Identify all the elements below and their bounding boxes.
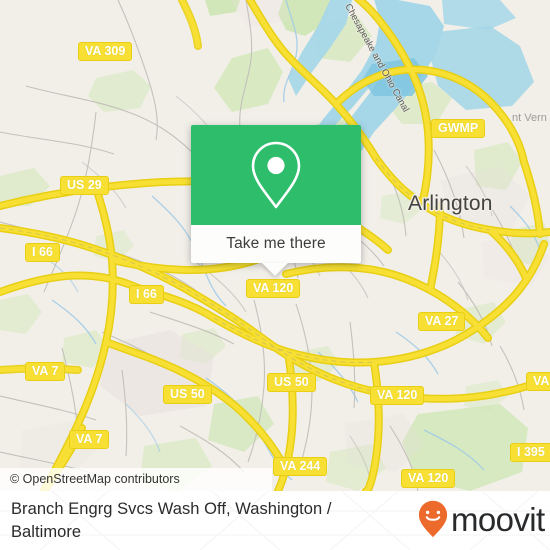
shield-va-7-b[interactable]: VA 7 bbox=[69, 430, 110, 449]
popup-pin-area bbox=[191, 125, 361, 225]
shield-us-50-a[interactable]: US 50 bbox=[163, 385, 212, 404]
shield-va-27[interactable]: VA 27 bbox=[418, 312, 466, 331]
take-me-there-button[interactable]: Take me there bbox=[191, 225, 361, 263]
map-pin-icon bbox=[251, 141, 301, 209]
moovit-wordmark: moovit bbox=[451, 500, 545, 538]
popup-body: Take me there bbox=[191, 125, 361, 263]
shield-i-66-b[interactable]: I 66 bbox=[129, 285, 164, 304]
shield-va-309[interactable]: VA 309 bbox=[78, 42, 133, 61]
shield-va-120-b[interactable]: VA 120 bbox=[370, 386, 425, 405]
shield-us-29[interactable]: US 29 bbox=[60, 176, 109, 195]
shield-va-3[interactable]: VA 3 bbox=[526, 372, 550, 391]
osm-attribution[interactable]: © OpenStreetMap contributors bbox=[0, 468, 272, 491]
shield-va-120-c[interactable]: VA 120 bbox=[401, 469, 456, 488]
shield-gwmp[interactable]: GWMP bbox=[431, 119, 486, 138]
shield-va-244[interactable]: VA 244 bbox=[273, 457, 328, 476]
shield-i-66-a[interactable]: I 66 bbox=[25, 243, 60, 262]
location-popup-card[interactable]: Take me there bbox=[191, 125, 361, 263]
shield-va-120-a[interactable]: VA 120 bbox=[246, 279, 301, 298]
shield-i-395[interactable]: I 395 bbox=[510, 443, 550, 462]
map-screenshot: Arlington nt Vern Chesapeake and Ohio Ca… bbox=[0, 0, 550, 550]
map-canvas[interactable]: Arlington nt Vern Chesapeake and Ohio Ca… bbox=[0, 0, 550, 491]
shield-va-7-a[interactable]: VA 7 bbox=[25, 362, 66, 381]
shield-us-50-b[interactable]: US 50 bbox=[267, 373, 316, 392]
popup-pointer-tail bbox=[262, 263, 288, 276]
page-title: Branch Engrg Svcs Wash Off, Washington /… bbox=[11, 500, 332, 541]
moovit-logo[interactable]: moovit bbox=[418, 500, 545, 538]
moovit-pin-icon bbox=[418, 500, 448, 538]
